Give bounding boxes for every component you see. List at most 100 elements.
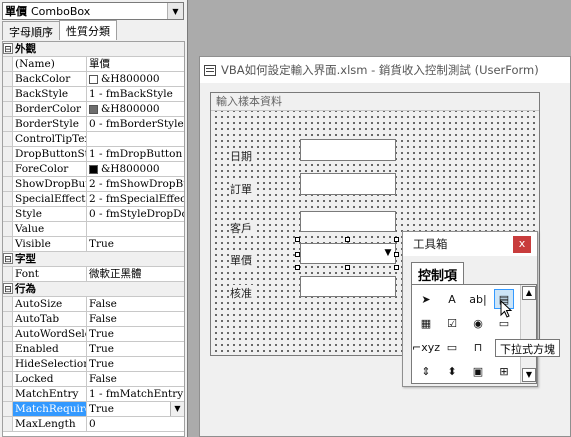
chevron-down-icon[interactable]: ▼: [381, 244, 395, 263]
property-name[interactable]: Style: [13, 207, 87, 221]
property-value[interactable]: [87, 222, 184, 236]
spinbutton-tool-icon[interactable]: ⬍: [442, 361, 462, 381]
property-category[interactable]: ⊟ 字型: [3, 252, 184, 267]
property-category[interactable]: ⊟ 行為: [3, 282, 184, 297]
property-value[interactable]: 微軟正黑體: [87, 267, 184, 281]
property-row[interactable]: (Name) 單價: [3, 57, 184, 72]
scroll-up-icon[interactable]: ▲: [522, 286, 536, 300]
property-name[interactable]: BackStyle: [13, 87, 87, 101]
property-name[interactable]: AutoSize: [13, 297, 87, 311]
scroll-down-icon[interactable]: ▼: [522, 368, 536, 382]
property-row[interactable]: MatchRequiredTrue ▼: [3, 402, 184, 417]
property-row[interactable]: MaxLength 0: [3, 417, 184, 432]
property-name[interactable]: (Name): [13, 57, 87, 71]
property-category[interactable]: ⊟ 外觀: [3, 42, 184, 57]
property-row[interactable]: BackColor &H800000: [3, 72, 184, 87]
property-row[interactable]: BorderColor &H800000: [3, 102, 184, 117]
label-date[interactable]: 日期: [229, 148, 253, 164]
tab-controls[interactable]: 控制項: [411, 262, 465, 284]
property-row[interactable]: Enabled True: [3, 342, 184, 357]
property-name[interactable]: Value: [13, 222, 87, 236]
property-row[interactable]: ForeColor &H800000: [3, 162, 184, 177]
property-row[interactable]: AutoSize False: [3, 297, 184, 312]
tabstrip-tool-icon[interactable]: ⊓: [468, 337, 488, 357]
resize-handle[interactable]: [295, 237, 300, 242]
collapse-icon[interactable]: ⊟: [3, 283, 13, 295]
property-name[interactable]: Locked: [13, 372, 87, 386]
property-value[interactable]: True: [87, 237, 184, 251]
toolbox-scrollbar[interactable]: ▲ ▼: [520, 285, 536, 383]
property-value[interactable]: &H800000: [87, 72, 184, 86]
image-tool-icon[interactable]: ▣: [468, 361, 488, 381]
property-name[interactable]: ControlTipText: [13, 132, 87, 146]
property-row[interactable]: HideSelection True: [3, 357, 184, 372]
property-value[interactable]: True ▼: [87, 402, 184, 416]
textbox-customer[interactable]: [300, 211, 396, 232]
property-row[interactable]: BorderStyle 0 - fmBorderStyle: [3, 117, 184, 132]
scrollbar-tool-icon[interactable]: ⇕: [416, 361, 436, 381]
object-selector[interactable]: 單價 ComboBox ▼: [2, 2, 184, 20]
property-name[interactable]: BackColor: [13, 72, 87, 86]
textbox-date[interactable]: [300, 139, 396, 161]
property-row[interactable]: ShowDropButton2 - fmShowDropButton: [3, 177, 184, 192]
chevron-down-icon[interactable]: ▼: [170, 402, 184, 416]
property-value[interactable]: 1 - fmMatchEntry: [87, 387, 184, 401]
label-customer[interactable]: 客戶: [229, 220, 253, 236]
property-name[interactable]: AutoWordSelect: [13, 327, 87, 341]
property-row[interactable]: ControlTipText: [3, 132, 184, 147]
property-value[interactable]: 2 - fmSpecialEffect: [87, 192, 184, 206]
property-value[interactable]: 0: [87, 417, 184, 431]
property-row[interactable]: Locked False: [3, 372, 184, 387]
checkbox-tool-icon[interactable]: ☑: [442, 313, 462, 333]
collapse-icon[interactable]: ⊟: [3, 253, 13, 265]
property-value[interactable]: 1 - fmDropButton: [87, 147, 184, 161]
property-value[interactable]: 單價: [87, 57, 184, 71]
resize-handle[interactable]: [295, 265, 300, 270]
property-row[interactable]: SpecialEffect 2 - fmSpecialEffect: [3, 192, 184, 207]
property-name[interactable]: Font: [13, 267, 87, 281]
combobox-unit-price[interactable]: ▼: [300, 243, 396, 264]
property-name[interactable]: Visible: [13, 237, 87, 251]
frame-tool-icon[interactable]: ⌐xyz: [412, 337, 440, 357]
optionbutton-tool-icon[interactable]: ◉: [468, 313, 488, 333]
property-value[interactable]: 0 - fmStyleDropDown: [87, 207, 184, 221]
textbox-approve[interactable]: [300, 276, 396, 297]
property-name[interactable]: MatchEntry: [13, 387, 87, 401]
property-value[interactable]: False: [87, 372, 184, 386]
resize-handle[interactable]: [345, 265, 350, 270]
property-value[interactable]: False: [87, 297, 184, 311]
property-name[interactable]: MaxLength: [13, 417, 87, 431]
property-value[interactable]: &H800000: [87, 162, 184, 176]
property-row[interactable]: Visible True: [3, 237, 184, 252]
resize-handle[interactable]: [295, 252, 300, 257]
property-name[interactable]: ShowDropButton: [13, 177, 87, 191]
resize-handle[interactable]: [345, 237, 350, 242]
commandbutton-tool-icon[interactable]: ▭: [442, 337, 462, 357]
property-row[interactable]: Font 微軟正黑體: [3, 267, 184, 282]
property-row[interactable]: AutoTab False: [3, 312, 184, 327]
property-row[interactable]: BackStyle 1 - fmBackStyle: [3, 87, 184, 102]
listbox-tool-icon[interactable]: ▦: [416, 313, 436, 333]
property-value[interactable]: &H800000: [87, 102, 184, 116]
label-tool-icon[interactable]: A: [442, 289, 462, 309]
chevron-down-icon[interactable]: ▼: [167, 3, 183, 19]
resize-handle[interactable]: [394, 237, 399, 242]
property-name[interactable]: SpecialEffect: [13, 192, 87, 206]
property-name[interactable]: HideSelection: [13, 357, 87, 371]
refedit-tool-icon[interactable]: ⊞: [494, 361, 514, 381]
property-value[interactable]: False: [87, 312, 184, 326]
property-row[interactable]: Value: [3, 222, 184, 237]
property-row[interactable]: AutoWordSelectTrue: [3, 327, 184, 342]
property-row[interactable]: Style0 - fmStyleDropDown: [3, 207, 184, 222]
property-name[interactable]: BorderStyle: [13, 117, 87, 131]
resize-handle[interactable]: [394, 252, 399, 257]
property-row[interactable]: MatchEntry 1 - fmMatchEntry: [3, 387, 184, 402]
property-value[interactable]: [87, 132, 184, 146]
property-value[interactable]: True: [87, 342, 184, 356]
textbox-tool-icon[interactable]: ab|: [468, 289, 488, 309]
property-name[interactable]: DropButtonStyle: [13, 147, 87, 161]
close-icon[interactable]: x: [513, 236, 531, 253]
property-name[interactable]: MatchRequired: [13, 402, 87, 416]
label-order[interactable]: 訂單: [229, 181, 253, 197]
userform-window-titlebar[interactable]: VBA如何設定輸入界面.xlsm - 銷貨收入控制測試 (UserForm): [200, 57, 570, 83]
